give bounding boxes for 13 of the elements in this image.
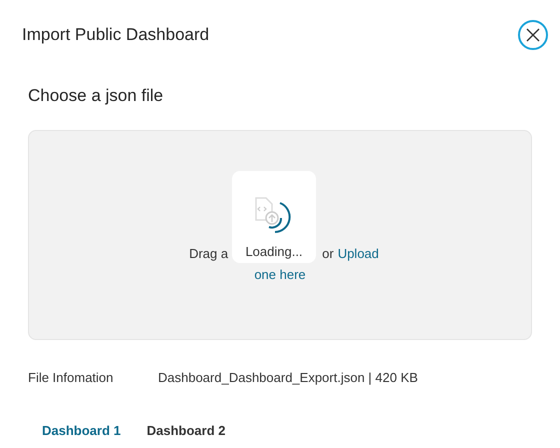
upload-link[interactable]: one here [254, 265, 306, 284]
dashboard-tab[interactable]: Dashboard 1 [34, 419, 129, 442]
upload-link[interactable]: Upload [338, 244, 379, 263]
section-title: Choose a json file [28, 86, 164, 106]
drop-text: or [322, 245, 334, 263]
dashboard-tab[interactable]: Dashboard 2 [138, 419, 234, 442]
dialog-title: Import Public Dashboard [22, 25, 210, 45]
file-info-value: Dashboard_Dashboard_Export.json | 420 KB [158, 370, 418, 385]
file-info-label: File Infomation [28, 370, 114, 385]
loading-label: Loading... [245, 244, 303, 259]
drop-text: Drag a [189, 245, 228, 263]
close-icon [526, 28, 540, 42]
close-button[interactable] [518, 20, 548, 50]
